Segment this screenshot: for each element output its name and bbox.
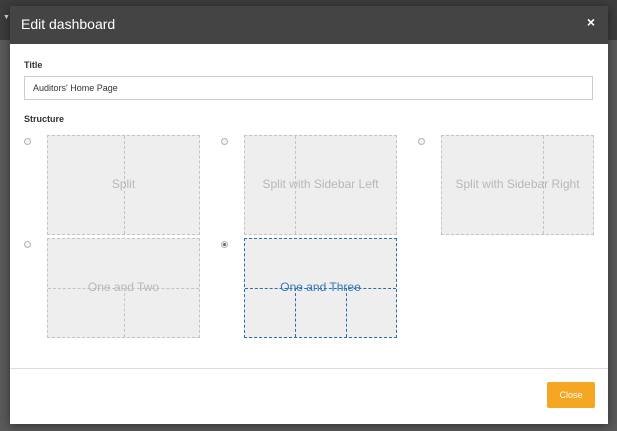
layout-divider <box>295 288 296 337</box>
structure-option-sidebar-right[interactable]: Split with Sidebar Right <box>441 135 594 235</box>
close-icon[interactable]: × <box>583 14 599 30</box>
edit-dashboard-modal: Edit dashboard × Title Structure Split S… <box>10 6 608 424</box>
background-caret-icon: ▼ <box>3 14 10 21</box>
footer-divider <box>10 368 608 369</box>
structure-option-label: Split with Sidebar Right <box>455 177 580 191</box>
structure-option-label: One and Two <box>87 280 160 294</box>
structure-option-label: Split <box>111 177 136 191</box>
structure-label: Structure <box>24 114 65 124</box>
structure-option-label: Split with Sidebar Left <box>262 177 379 191</box>
structure-option-label: One and Three <box>280 280 361 294</box>
structure-option-sidebar-left[interactable]: Split with Sidebar Left <box>244 135 397 235</box>
structure-radio-split[interactable] <box>24 138 31 145</box>
title-input[interactable] <box>24 76 593 100</box>
modal-header: Edit dashboard × <box>10 6 608 44</box>
layout-divider <box>346 288 347 337</box>
structure-option-one-and-two[interactable]: One and Two <box>47 238 200 338</box>
structure-option-split[interactable]: Split <box>47 135 200 235</box>
structure-radio-one-and-two[interactable] <box>24 241 31 248</box>
structure-radio-one-and-three[interactable] <box>221 241 228 248</box>
title-label: Title <box>24 60 43 70</box>
radio-selected-dot <box>223 243 226 246</box>
modal-title: Edit dashboard <box>21 16 116 32</box>
structure-radio-sidebar-right[interactable] <box>418 138 425 145</box>
structure-option-one-and-three[interactable]: One and Three <box>244 238 397 338</box>
close-button[interactable]: Close <box>547 382 595 408</box>
layout-divider <box>124 288 125 337</box>
structure-radio-sidebar-left[interactable] <box>221 138 228 145</box>
